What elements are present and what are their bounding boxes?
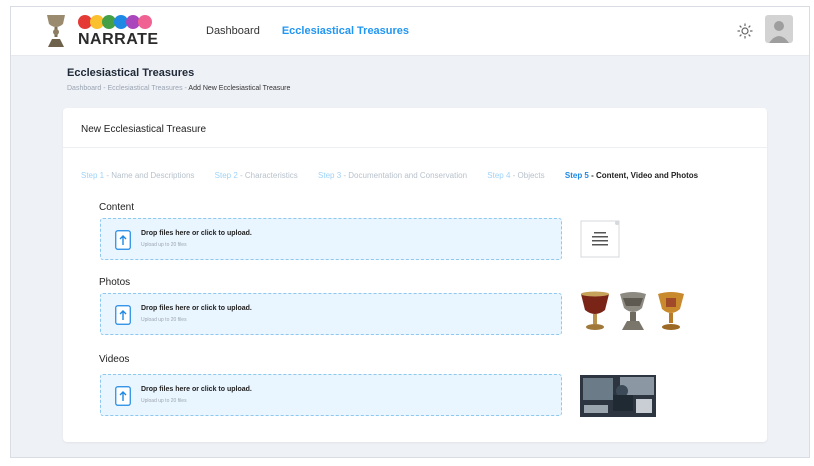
user-icon xyxy=(769,21,789,43)
app-window: NARRATE Dashboard Ecclesiastical Treasur… xyxy=(10,6,810,458)
chalice-photo-1[interactable] xyxy=(579,290,611,332)
step-3[interactable]: Step 3 - Documentation and Conservation xyxy=(318,171,467,180)
breadcrumb-current: Add New Ecclesiastical Treasure xyxy=(188,85,291,92)
dropzone-hint: Upload up to 20 files xyxy=(141,242,187,248)
chalice-photo-3[interactable] xyxy=(655,290,687,332)
dropzone-hint: Upload up to 20 files xyxy=(141,398,187,404)
step-2[interactable]: Step 2 - Characteristics xyxy=(215,171,298,180)
dropzone-title: Drop files here or click to upload. xyxy=(141,305,252,312)
sun-icon[interactable] xyxy=(737,23,753,39)
photos-label: Photos xyxy=(99,277,131,288)
step-5[interactable]: Step 5 - Content, Video and Photos xyxy=(565,171,698,180)
breadcrumb: Dashboard - Ecclesiastical Treasures - A… xyxy=(67,85,290,92)
page-title: Ecclesiastical Treasures xyxy=(67,67,195,79)
videos-dropzone[interactable]: Drop files here or click to upload. Uplo… xyxy=(100,374,562,416)
document-thumbnail[interactable] xyxy=(580,220,620,258)
upload-icon xyxy=(115,305,131,325)
content-label: Content xyxy=(99,202,135,213)
chalice-logo-icon xyxy=(47,15,65,47)
nav-dashboard[interactable]: Dashboard xyxy=(206,25,260,37)
videos-label: Videos xyxy=(99,354,130,365)
logo[interactable]: NARRATE xyxy=(45,13,195,51)
divider xyxy=(63,147,767,148)
dropzone-hint: Upload up to 20 files xyxy=(141,317,187,323)
breadcrumb-dashboard[interactable]: Dashboard xyxy=(67,85,101,92)
step-1[interactable]: Step 1 - Name and Descriptions xyxy=(81,171,194,180)
main-nav: Dashboard Ecclesiastical Treasures xyxy=(206,25,409,37)
photos-dropzone[interactable]: Drop files here or click to upload. Uplo… xyxy=(100,293,562,335)
content-dropzone[interactable]: Drop files here or click to upload. Uplo… xyxy=(100,218,562,260)
dropzone-title: Drop files here or click to upload. xyxy=(141,230,252,237)
nav-ecclesiastical-treasures[interactable]: Ecclesiastical Treasures xyxy=(282,25,409,37)
chalice-photo-2[interactable] xyxy=(617,290,649,332)
step-4[interactable]: Step 4 - Objects xyxy=(487,171,544,180)
upload-icon xyxy=(115,230,131,250)
breadcrumb-ecclesiastical-treasures[interactable]: Ecclesiastical Treasures xyxy=(107,85,182,92)
logo-dots xyxy=(78,15,152,29)
upload-icon xyxy=(115,386,131,406)
top-navbar: NARRATE Dashboard Ecclesiastical Treasur… xyxy=(11,7,809,56)
stepper: Step 1 - Name and Descriptions Step 2 - … xyxy=(81,171,716,180)
video-thumbnail[interactable] xyxy=(580,375,656,417)
user-avatar[interactable] xyxy=(765,15,793,43)
form-card: New Ecclesiastical Treasure Step 1 - Nam… xyxy=(63,108,767,442)
brand-name: NARRATE xyxy=(78,31,159,48)
card-title: New Ecclesiastical Treasure xyxy=(81,124,207,135)
dropzone-title: Drop files here or click to upload. xyxy=(141,386,252,393)
